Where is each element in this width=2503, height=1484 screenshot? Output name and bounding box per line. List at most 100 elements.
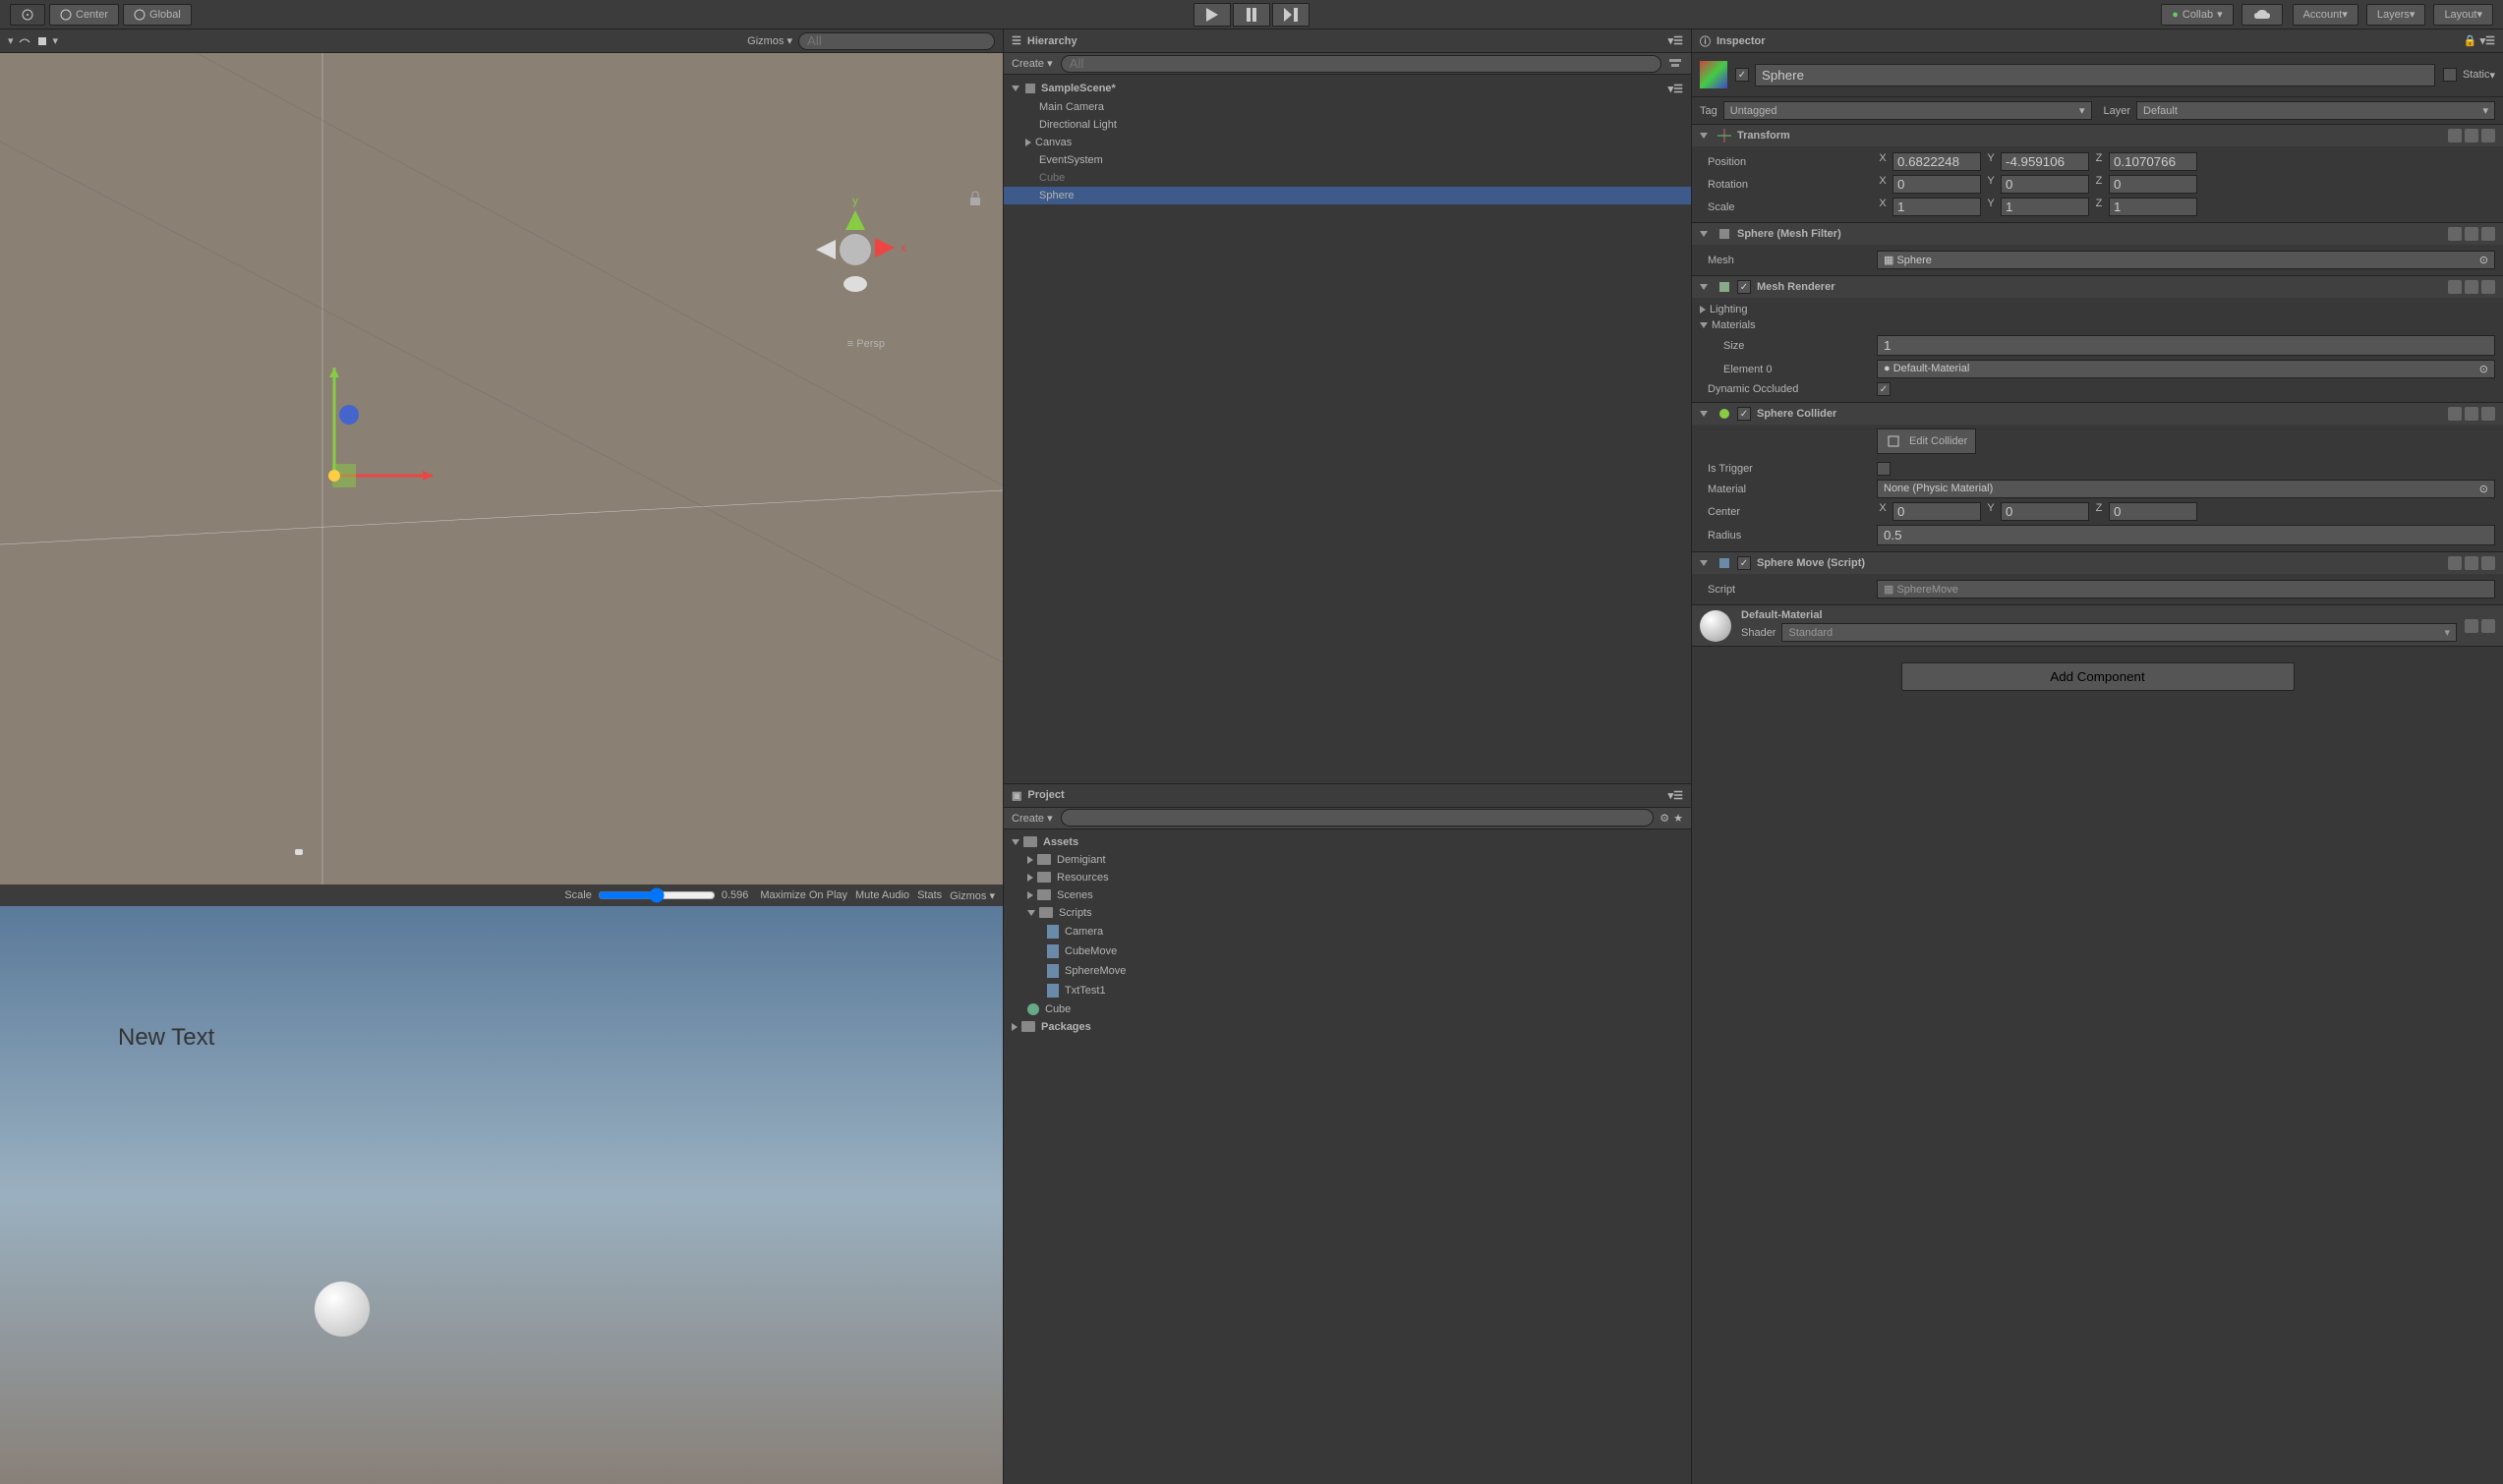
gear-icon[interactable] [2481,129,2495,143]
lock-inspector-icon[interactable]: 🔒 ▾☰ [2464,34,2495,47]
assets-folder[interactable]: Assets [1004,833,1691,851]
cloud-button[interactable] [2241,4,2283,26]
script-spheremove[interactable]: SphereMove [1004,961,1691,981]
hierarchy-item-cube[interactable]: Cube [1004,169,1691,187]
script-txttest1[interactable]: TxtTest1 [1004,981,1691,1000]
lighting-foldout[interactable]: Lighting [1710,304,1748,315]
gizmos-dropdown[interactable]: Gizmos ▾ [747,34,792,47]
element0-field[interactable]: ● Default-Material⊙ [1877,360,2495,378]
maximize-toggle[interactable]: Maximize On Play [760,889,847,901]
collider-enabled-checkbox[interactable] [1737,407,1751,421]
lock-icon[interactable] [967,191,983,206]
project-search-input[interactable] [1061,809,1655,827]
scale-z-input[interactable] [2109,198,2197,216]
material-header[interactable]: Default-Material ShaderStandard▾ [1692,605,2503,646]
gear-icon[interactable] [2481,619,2495,633]
folder-resources[interactable]: Resources [1004,869,1691,886]
shader-dropdown[interactable]: Standard▾ [1781,623,2457,642]
folder-scenes[interactable]: Scenes [1004,886,1691,904]
panel-options-icon[interactable]: ▾☰ [1668,34,1683,47]
gear-icon[interactable] [2481,280,2495,294]
hierarchy-search-input[interactable] [1061,55,1661,73]
panel-options-icon[interactable]: ▾☰ [1668,789,1683,802]
preset-icon[interactable] [2465,280,2478,294]
radius-input[interactable] [1877,525,2495,545]
gear-icon[interactable] [2481,227,2495,241]
add-component-button[interactable]: Add Component [1901,662,2295,691]
scale-y-input[interactable] [2001,198,2089,216]
rot-z-input[interactable] [2109,175,2197,194]
center-y-input[interactable] [2001,502,2089,521]
scene-search-input[interactable] [798,32,995,50]
script-field[interactable]: ▦ SphereMove [1877,580,2495,599]
rot-x-input[interactable] [1892,175,1981,194]
help-icon[interactable] [2448,556,2462,570]
static-checkbox[interactable] [2443,68,2457,82]
help-icon[interactable] [2448,407,2462,421]
mesh-field[interactable]: ▦ Sphere⊙ [1877,251,2495,269]
scale-x-input[interactable] [1892,198,1981,216]
hierarchy-item-canvas[interactable]: Canvas [1004,134,1691,151]
layout-dropdown[interactable]: Layout ▾ [2433,4,2493,26]
project-create-dropdown[interactable]: Create ▾ [1012,812,1053,825]
audio-toggle-icon[interactable]: ▾ [53,34,59,48]
active-checkbox[interactable] [1735,68,1749,82]
hierarchy-item-light[interactable]: Directional Light [1004,116,1691,134]
shaded-toggle[interactable]: ▾ [8,34,14,48]
folder-scripts[interactable]: Scripts [1004,904,1691,922]
scene-root[interactable]: SampleScene*▾☰ [1004,79,1691,98]
center-x-input[interactable] [1892,502,1981,521]
renderer-enabled-checkbox[interactable] [1737,280,1751,294]
pos-y-input[interactable] [2001,152,2089,171]
hierarchy-header[interactable]: ☰ Hierarchy ▾☰ [1004,29,1691,53]
pos-x-input[interactable] [1892,152,1981,171]
materials-foldout[interactable]: Materials [1712,319,1756,331]
folder-demigiant[interactable]: Demigiant [1004,851,1691,869]
pivot-center-toggle[interactable]: Center [49,4,119,26]
project-filter-icon[interactable]: ⚙ [1659,812,1669,825]
project-header[interactable]: ▣ Project ▾☰ [1004,784,1691,808]
edit-collider-button[interactable]: Edit Collider [1877,428,1976,454]
preset-icon[interactable] [2465,556,2478,570]
script-cubemove[interactable]: CubeMove [1004,942,1691,961]
gear-icon[interactable] [2481,407,2495,421]
orientation-gizmo-icon[interactable]: y x [796,191,914,309]
step-button[interactable] [1272,3,1310,27]
account-dropdown[interactable]: Account ▾ [2293,4,2358,26]
pause-button[interactable] [1233,3,1270,27]
hand-tool[interactable] [10,4,45,26]
scene-viewport[interactable]: y x ≡ Persp [0,53,1003,885]
stats-toggle[interactable]: Stats [917,889,942,901]
hierarchy-item-sphere[interactable]: Sphere [1004,187,1691,204]
preset-icon[interactable] [2465,407,2478,421]
tag-dropdown[interactable]: Untagged▾ [1723,101,2092,120]
gear-icon[interactable] [2481,556,2495,570]
collab-dropdown[interactable]: ● Collab▾ [2161,4,2233,26]
move-gizmo-icon[interactable] [275,348,452,525]
object-name-input[interactable] [1755,64,2435,86]
help-icon[interactable] [2448,129,2462,143]
preset-icon[interactable] [2465,129,2478,143]
2d-toggle-icon[interactable] [18,34,31,48]
lighting-toggle-icon[interactable] [35,34,49,48]
physmaterial-field[interactable]: None (Physic Material)⊙ [1877,480,2495,498]
materials-size-input[interactable] [1877,335,2495,356]
game-gizmos-dropdown[interactable]: Gizmos ▾ [950,889,995,902]
packages-folder[interactable]: Packages [1004,1018,1691,1036]
pos-z-input[interactable] [2109,152,2197,171]
script-enabled-checkbox[interactable] [1737,556,1751,570]
meshrenderer-header[interactable]: Mesh Renderer [1692,276,2503,298]
help-icon[interactable] [2465,619,2478,633]
hierarchy-filter-icon[interactable] [1667,57,1683,71]
hierarchy-create-dropdown[interactable]: Create ▾ [1012,57,1053,70]
meshfilter-header[interactable]: Sphere (Mesh Filter) [1692,223,2503,245]
layers-dropdown[interactable]: Layers ▾ [2366,4,2426,26]
hierarchy-item-eventsystem[interactable]: EventSystem [1004,151,1691,169]
help-icon[interactable] [2448,227,2462,241]
spheremove-header[interactable]: Sphere Move (Script) [1692,552,2503,574]
spherecollider-header[interactable]: Sphere Collider [1692,403,2503,425]
transform-header[interactable]: Transform [1692,125,2503,146]
coord-toggle[interactable]: Global [123,4,192,26]
center-z-input[interactable] [2109,502,2197,521]
dynamic-occluded-checkbox[interactable] [1877,382,1891,396]
